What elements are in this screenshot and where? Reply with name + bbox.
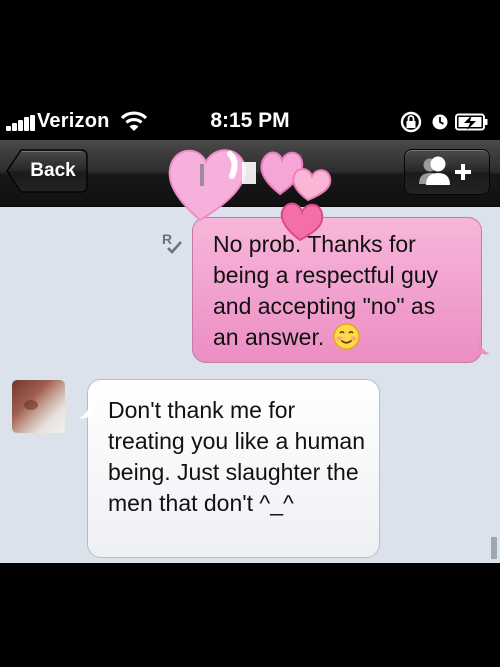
message-bubble-received[interactable]: Don't thank me for treating you like a h… <box>79 379 380 558</box>
back-button-label: Back <box>30 160 76 181</box>
heart-stickers <box>168 149 332 242</box>
heart-icon <box>280 202 324 242</box>
chat-area[interactable]: R No prob. Thanks for being a respectful… <box>0 207 500 563</box>
heart-icon <box>168 149 247 222</box>
message-text: Don't thank me for treating you like a h… <box>108 397 365 516</box>
add-contact-icon <box>419 156 471 185</box>
status-icons <box>400 111 488 133</box>
add-contact-button[interactable] <box>404 149 490 195</box>
contact-avatar[interactable] <box>12 380 65 433</box>
rotation-lock-icon <box>400 111 422 133</box>
message-text: No prob. Thanks for being a respectful g… <box>213 231 439 350</box>
back-button[interactable]: Back <box>6 149 88 193</box>
screen: Verizon 8:15 PM Back R No prob. Thanks f… <box>0 0 500 667</box>
alarm-clock-icon <box>432 114 448 130</box>
blushing-smiley-icon <box>333 323 360 350</box>
battery-charging-icon <box>455 113 488 131</box>
scroll-indicator <box>491 537 497 559</box>
heart-icon <box>292 168 332 202</box>
